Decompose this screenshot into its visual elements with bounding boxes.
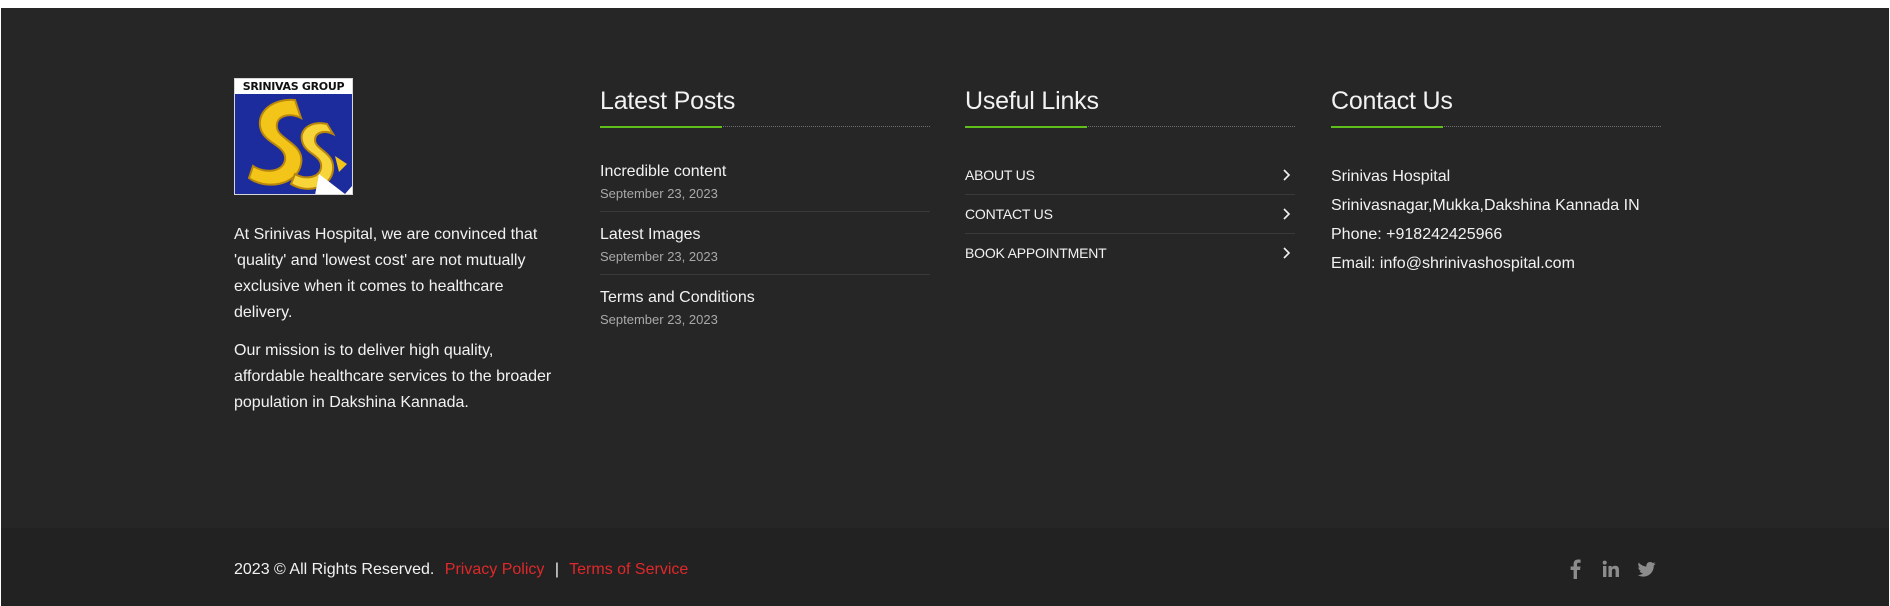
copyright: 2023 © All Rights Reserved. Privacy Poli… (234, 560, 688, 580)
copyright-text: 2023 © All Rights Reserved. (234, 561, 435, 578)
facebook-icon[interactable] (1566, 558, 1584, 580)
post-date: September 23, 2023 (600, 312, 718, 327)
link-label: BOOK APPOINTMENT (965, 245, 1107, 261)
contact-column: Contact Us Srinivas Hospital Srinivasnag… (1331, 78, 1661, 278)
link-label: ABOUT US (965, 167, 1035, 183)
useful-links-list: ABOUT US CONTACT US BOOK APPOINTMENT (965, 156, 1295, 272)
email: Email: info@shrinivashospital.com (1331, 255, 1575, 272)
title-divider (600, 126, 930, 128)
address: Srinivasnagar,Mukka,Dakshina Kannada IN (1331, 197, 1640, 214)
contact-us-title: Contact Us (1331, 87, 1453, 115)
about-column: SRINIVAS GROUP At Srinivas Hospital, we … (234, 78, 564, 428)
social-links (1566, 558, 1656, 580)
link-separator: | (554, 561, 559, 578)
post-date: September 23, 2023 (600, 186, 718, 201)
mission-paragraph: Our mission is to deliver high quality, … (234, 342, 552, 411)
phone: Phone: +918242425966 (1331, 226, 1503, 243)
title-divider (965, 126, 1295, 128)
latest-posts-column: Latest Posts Incredible content Septembe… (600, 78, 930, 350)
footer-bottom-bar: 2023 © All Rights Reserved. Privacy Poli… (1, 528, 1889, 606)
post-title-link[interactable]: Terms and Conditions (600, 288, 930, 308)
about-paragraph: At Srinivas Hospital, we are convinced t… (234, 226, 538, 321)
post-date: September 23, 2023 (600, 249, 718, 264)
posts-list: Incredible content September 23, 2023 La… (600, 162, 930, 337)
title-divider (1331, 126, 1661, 128)
hospital-name: Srinivas Hospital (1331, 168, 1451, 185)
link-label: CONTACT US (965, 206, 1053, 222)
post-item: Incredible content September 23, 2023 (600, 162, 930, 212)
chevron-right-icon (1283, 169, 1291, 181)
post-title-link[interactable]: Latest Images (600, 225, 930, 245)
contact-details: Srinivas Hospital Srinivasnagar,Mukka,Da… (1331, 162, 1661, 278)
privacy-policy-link[interactable]: Privacy Policy (445, 561, 545, 578)
logo-ss-mark (235, 94, 352, 194)
footer-widgets: SRINIVAS GROUP At Srinivas Hospital, we … (1, 8, 1889, 528)
srinivas-group-logo[interactable]: SRINIVAS GROUP (234, 78, 353, 195)
linkedin-icon[interactable] (1602, 558, 1620, 580)
post-item: Terms and Conditions September 23, 2023 (600, 288, 930, 337)
terms-of-service-link[interactable]: Terms of Service (569, 561, 688, 578)
post-title-link[interactable]: Incredible content (600, 162, 930, 182)
useful-links-column: Useful Links ABOUT US CONTACT US BOOK AP… (965, 78, 1295, 272)
site-footer: SRINIVAS GROUP At Srinivas Hospital, we … (1, 8, 1889, 606)
link-about-us[interactable]: ABOUT US (965, 156, 1295, 195)
useful-links-title: Useful Links (965, 87, 1099, 115)
link-contact-us[interactable]: CONTACT US (965, 195, 1295, 234)
chevron-right-icon (1283, 247, 1291, 259)
latest-posts-title: Latest Posts (600, 87, 736, 115)
link-book-appointment[interactable]: BOOK APPOINTMENT (965, 234, 1295, 272)
chevron-right-icon (1283, 208, 1291, 220)
post-item: Latest Images September 23, 2023 (600, 225, 930, 275)
logo-text: SRINIVAS GROUP (235, 79, 352, 94)
about-text: At Srinivas Hospital, we are convinced t… (234, 222, 564, 416)
twitter-icon[interactable] (1638, 558, 1656, 580)
